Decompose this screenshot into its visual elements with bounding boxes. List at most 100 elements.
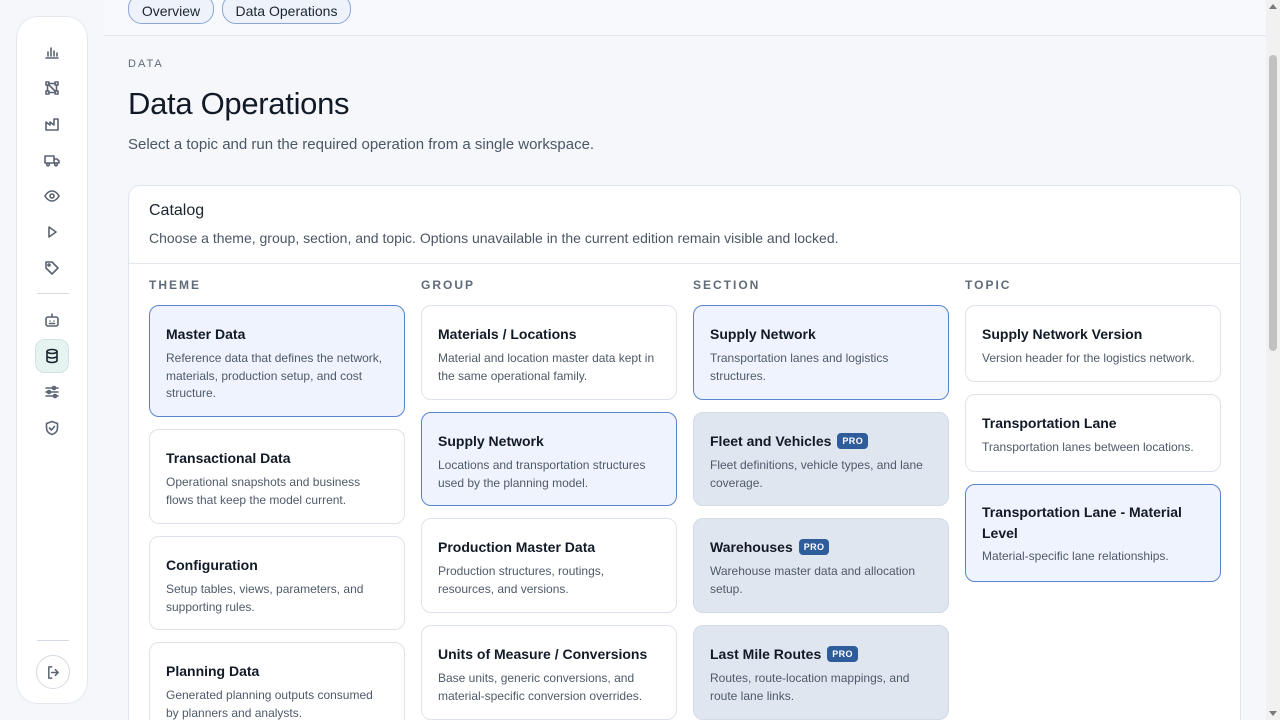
catalog-panel: Catalog Choose a theme, group, section, … [128, 185, 1241, 720]
card-title: Transactional Data [166, 450, 291, 466]
bot-icon [45, 313, 59, 327]
group-column: GROUP Materials / Locations Material and… [421, 278, 677, 720]
nav-network-button[interactable] [35, 71, 69, 105]
card-title: Planning Data [166, 663, 260, 679]
nav-run-button[interactable] [35, 215, 69, 249]
card-title: Master Data [166, 326, 246, 342]
catalog-header: Catalog Choose a theme, group, section, … [129, 186, 1240, 264]
pro-badge: PRO [827, 646, 858, 662]
theme-card-planning-data[interactable]: Planning Data Generated planning outputs… [149, 642, 405, 720]
card-title: Fleet and Vehicles [710, 433, 832, 449]
page-scrollbar[interactable] [1266, 0, 1280, 720]
nav-analytics-button[interactable] [35, 35, 69, 69]
card-description: Production structures, routings, resourc… [438, 564, 605, 596]
logout-icon [47, 665, 59, 679]
truck-icon [44, 155, 60, 167]
card-description: Fleet definitions, vehicle types, and la… [710, 458, 923, 490]
theme-column: THEME Master Data Reference data that de… [149, 278, 405, 720]
card-description: Locations and transportation structures … [438, 458, 646, 490]
topic-card-transportation-lane[interactable]: Transportation Lane Transportation lanes… [965, 394, 1221, 472]
catalog-description: Choose a theme, group, section, and topi… [149, 230, 839, 246]
tab-data-operations[interactable]: Data Operations [222, 0, 351, 24]
card-description: Transportation lanes and logistics struc… [710, 351, 889, 383]
scroll-down-arrow[interactable] [1269, 711, 1277, 716]
card-description: Generated planning outputs consumed by p… [166, 688, 373, 720]
play-icon [48, 226, 57, 238]
section-card-fleet-and-vehicles[interactable]: Fleet and Vehicles PRO Fleet definitions… [693, 412, 949, 506]
card-description: Reference data that defines the network,… [166, 351, 383, 400]
nav-tags-button[interactable] [35, 251, 69, 285]
card-title: Materials / Locations [438, 326, 577, 342]
pro-badge: PRO [837, 433, 869, 449]
pro-badge: PRO [798, 539, 830, 555]
column-label: GROUP [421, 278, 476, 292]
nav-transport-button[interactable] [35, 143, 69, 177]
card-title: Supply Network Version [982, 326, 1143, 342]
card-title: Supply Network [710, 326, 816, 342]
theme-card-master-data[interactable]: Master Data Reference data that defines … [149, 305, 405, 417]
card-description: Transportation lanes between locations. [982, 440, 1194, 454]
card-description: Version header for the logistics network… [982, 351, 1195, 365]
card-description: Routes, route-location mappings, and rou… [710, 671, 910, 703]
nav-monitor-button[interactable] [35, 179, 69, 213]
tab-overview[interactable]: Overview [128, 0, 214, 24]
scroll-thumb[interactable] [1269, 55, 1277, 351]
top-tab-strip: Overview Data Operations [104, 0, 1266, 36]
scroll-up-arrow[interactable] [1269, 4, 1277, 9]
topic-column: TOPIC Supply Network Version Version hea… [965, 278, 1221, 594]
nav-data-button[interactable] [35, 339, 69, 373]
card-title-row: Warehouses PRO [710, 537, 932, 557]
card-title: Production Master Data [438, 539, 596, 555]
nav-production-button[interactable] [35, 107, 69, 141]
card-title-row: Fleet and Vehicles PRO [710, 431, 932, 451]
card-description: Material-specific lane relationships. [982, 549, 1169, 563]
catalog-title: Catalog [149, 202, 205, 219]
card-title: Supply Network [438, 433, 544, 449]
card-description: Material and location master data kept i… [438, 351, 655, 383]
card-description: Operational snapshots and business flows… [166, 475, 361, 507]
group-card-units-of-measure[interactable]: Units of Measure / Conversions Base unit… [421, 625, 677, 720]
card-title: Configuration [166, 557, 258, 573]
column-label: SECTION [693, 278, 761, 292]
card-title: Units of Measure / Conversions [438, 646, 648, 662]
sidebar-divider [37, 640, 69, 641]
card-title: Transportation Lane [982, 415, 1117, 431]
logout-button[interactable] [36, 655, 70, 689]
section-card-warehouses[interactable]: Warehouses PRO Warehouse master data and… [693, 518, 949, 613]
group-card-production-master-data[interactable]: Production Master Data Production struct… [421, 518, 677, 613]
card-title: Last Mile Routes [710, 646, 822, 662]
section-column: SECTION Supply Network Transportation la… [693, 278, 949, 720]
database-icon [46, 348, 58, 364]
page-title: Data Operations [128, 86, 350, 121]
chart-icon [45, 47, 59, 59]
factory-icon [45, 118, 59, 131]
card-description: Base units, generic conversions, and mat… [438, 671, 643, 703]
card-title: Warehouses [710, 539, 793, 555]
column-label: THEME [149, 278, 201, 292]
card-description: Setup tables, views, parameters, and sup… [166, 582, 364, 614]
section-card-last-mile-routes[interactable]: Last Mile Routes PRO Routes, route-locat… [693, 625, 949, 720]
nav-security-button[interactable] [35, 411, 69, 445]
nav-settings-button[interactable] [35, 375, 69, 409]
eye-icon [44, 190, 60, 202]
network-icon [45, 81, 59, 95]
section-card-supply-network[interactable]: Supply Network Transportation lanes and … [693, 305, 949, 400]
card-title-row: Last Mile Routes PRO [710, 644, 932, 664]
sidebar-rail [16, 16, 88, 704]
theme-card-configuration[interactable]: Configuration Setup tables, views, param… [149, 536, 405, 630]
card-description: Warehouse master data and allocation set… [710, 564, 916, 596]
group-card-materials-locations[interactable]: Materials / Locations Material and locat… [421, 305, 677, 400]
theme-card-transactional-data[interactable]: Transactional Data Operational snapshots… [149, 429, 405, 524]
topic-card-transportation-lane-material-level[interactable]: Transportation Lane - Material Level Mat… [965, 484, 1221, 582]
shield-check-icon [45, 420, 59, 436]
column-label: TOPIC [965, 278, 1012, 292]
page-subtitle: Select a topic and run the required oper… [128, 136, 595, 153]
nav-assistant-button[interactable] [35, 303, 69, 337]
card-title: Transportation Lane - Material Level [982, 504, 1182, 541]
group-card-supply-network[interactable]: Supply Network Locations and transportat… [421, 412, 677, 506]
sidebar-divider [37, 293, 69, 294]
sliders-icon [45, 385, 59, 399]
topic-card-supply-network-version[interactable]: Supply Network Version Version header fo… [965, 305, 1221, 382]
section-eyebrow: DATA [128, 58, 164, 70]
tag-icon [45, 261, 59, 275]
